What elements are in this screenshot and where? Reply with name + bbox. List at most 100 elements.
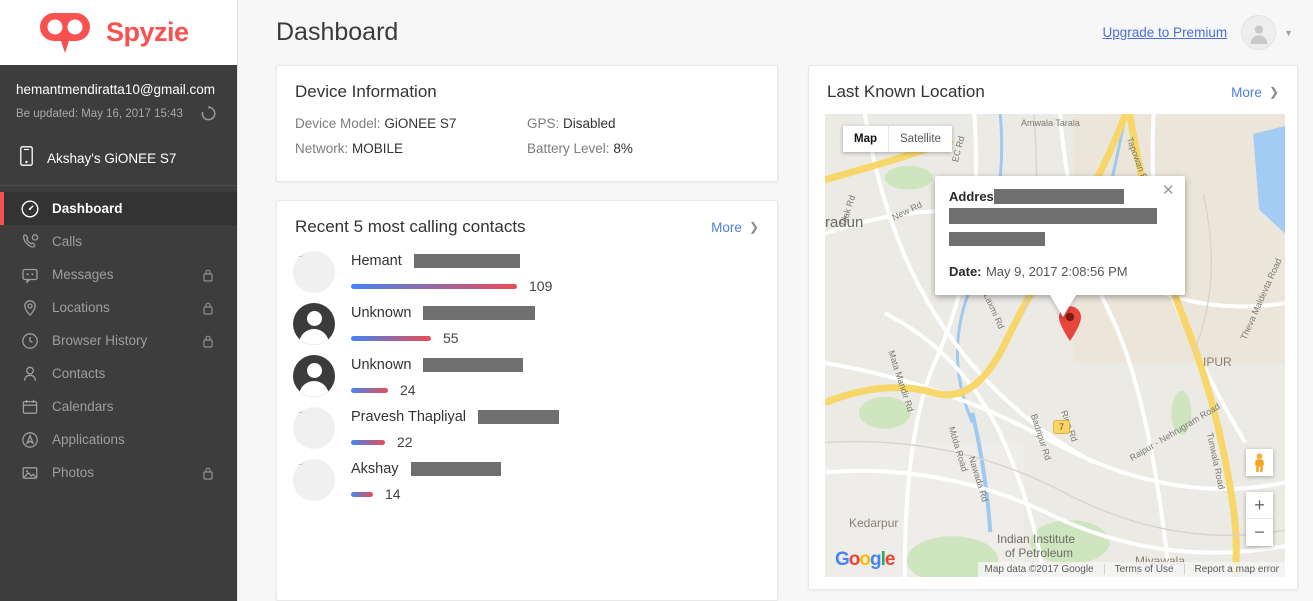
contact-row[interactable]: Hemant 109 [293, 251, 759, 303]
person-avatar-icon [293, 303, 335, 345]
main-area: Dashboard Upgrade to Premium ▼ Device In… [238, 0, 1313, 601]
info-window-tail [1050, 295, 1076, 317]
map-zoom-control[interactable]: + − [1246, 492, 1273, 546]
contact-row[interactable]: Unknown 55 [293, 303, 759, 355]
map-type-satellite-button[interactable]: Satellite [888, 126, 952, 152]
contacts-more-label: More [711, 219, 742, 235]
contact-name: Hemant [351, 253, 402, 269]
street-view-pegman-icon[interactable] [1246, 449, 1273, 476]
phone-icon [20, 146, 33, 171]
contact-row[interactable]: Akshay 14 [293, 459, 759, 511]
sidebar-device-item[interactable]: Akshay's GiONEE S7 [0, 134, 237, 186]
sidebar-item-locations[interactable]: Locations [0, 291, 237, 324]
google-logo-letter: g [870, 549, 882, 570]
account-updated-row: Be updated: May 16, 2017 15:43 [16, 105, 221, 122]
device-information-title: Device Information [295, 82, 437, 101]
contact-name-row: Pravesh Thapliyal [351, 409, 559, 425]
zoom-out-button[interactable]: − [1246, 519, 1273, 546]
contact-call-bar [351, 491, 373, 497]
contact-name: Pravesh Thapliyal [351, 409, 466, 425]
top-bar: Dashboard Upgrade to Premium ▼ [238, 0, 1313, 65]
calendar-icon [20, 397, 39, 416]
contact-call-count: 109 [529, 278, 553, 294]
contact-count-row: 22 [351, 434, 559, 450]
sidebar-item-label: Locations [52, 300, 110, 315]
dashboard-content: Device Information Device Model: GiONEE … [238, 65, 1313, 601]
contact-name: Akshay [351, 461, 399, 477]
device-model-value: GiONEE S7 [384, 116, 457, 131]
map-type-map-button[interactable]: Map [843, 126, 888, 152]
chevron-right-icon: ❯ [1268, 85, 1279, 99]
spyzie-owl-logo-icon [36, 12, 94, 53]
empty-avatar-icon [293, 251, 335, 293]
right-column: Last Known Location More ❯ Amwala Tarala… [808, 65, 1298, 601]
account-email: hemantmendiratta10@gmail.com [16, 82, 216, 97]
contacts-list: Hemant 109 Unknown 55 Unknown 24 Pravesh Thapl… [277, 237, 777, 521]
phone-call-icon [20, 232, 39, 251]
clock-icon [20, 331, 39, 350]
network-value: MOBILE [352, 141, 404, 156]
zoom-in-button[interactable]: + [1246, 492, 1273, 519]
sidebar-item-label: Photos [52, 465, 95, 480]
brand-logo[interactable]: Spyzie [0, 0, 237, 65]
sidebar-item-applications[interactable]: Applications [0, 423, 237, 456]
recent-calling-contacts-card: Recent 5 most calling contacts More ❯ He… [276, 200, 778, 601]
close-icon[interactable]: ✕ [1162, 183, 1176, 198]
contact-info: Unknown 55 [351, 303, 536, 346]
google-logo-letter: G [835, 549, 850, 570]
device-info-col-left: Device Model: GiONEE S7 Network: MOBILE [295, 116, 527, 166]
contact-name: Unknown [351, 305, 412, 321]
terms-of-use-link[interactable]: Terms of Use [1103, 564, 1174, 575]
contact-call-count: 14 [385, 486, 401, 502]
location-more-label: More [1231, 84, 1262, 100]
google-logo-letter: e [884, 549, 896, 570]
network-label: Network: [295, 141, 349, 156]
sidebar: Spyzie hemantmendiratta10@gmail.com Be u… [0, 0, 238, 601]
highway-shield-icon: 7 [1053, 420, 1070, 434]
map-viewport[interactable]: Amwala Tarala EC Rd Tilak Rd New Rd radun Tap… [825, 114, 1285, 577]
sidebar-item-photos[interactable]: Photos [0, 456, 237, 489]
contact-call-count: 55 [443, 330, 459, 346]
empty-avatar-icon [293, 459, 335, 501]
contacts-more-link[interactable]: More ❯ [711, 220, 759, 235]
map-attribution: Map data ©2017 Google Terms of Use Repor… [978, 562, 1285, 577]
brand-name: Spyzie [106, 17, 189, 47]
contact-name: Unknown [351, 357, 412, 373]
sidebar-item-messages[interactable]: Messages [0, 258, 237, 291]
lock-icon [201, 268, 215, 282]
contact-call-bar [351, 283, 517, 289]
sidebar-item-label: Contacts [52, 366, 106, 381]
sidebar-item-label: Calendars [52, 399, 114, 414]
report-map-error-link[interactable]: Report a map error [1183, 564, 1279, 575]
network-row: Network: MOBILE [295, 141, 527, 156]
sidebar-item-contacts[interactable]: Contacts [0, 357, 237, 390]
contact-name-row: Unknown [351, 305, 536, 321]
lock-icon [201, 301, 215, 315]
contact-count-row: 55 [351, 330, 535, 346]
info-address-row: Address: [949, 188, 1171, 251]
contacts-card-title: Recent 5 most calling contacts [295, 217, 526, 236]
device-information-card: Device Information Device Model: GiONEE … [276, 65, 778, 182]
sidebar-item-calls[interactable]: Calls [0, 225, 237, 258]
account-block: hemantmendiratta10@gmail.com Be updated:… [0, 65, 237, 134]
contact-row[interactable]: Pravesh Thapliyal 22 [293, 407, 759, 459]
sidebar-item-calendars[interactable]: Calendars [0, 390, 237, 423]
lock-icon [201, 334, 215, 348]
info-date-label: Date: [949, 264, 982, 279]
battery-value: 8% [613, 141, 633, 156]
upgrade-to-premium-link[interactable]: Upgrade to Premium [1103, 25, 1228, 40]
chevron-down-icon[interactable]: ▼ [1284, 28, 1293, 38]
map-type-control[interactable]: Map Satellite [843, 126, 952, 152]
refresh-icon[interactable] [200, 105, 217, 122]
message-bubble-icon [20, 265, 39, 284]
contact-info: Hemant 109 [351, 251, 552, 294]
left-column: Device Information Device Model: GiONEE … [276, 65, 778, 601]
photo-icon [20, 463, 39, 482]
contact-row[interactable]: Unknown 24 [293, 355, 759, 407]
user-avatar-icon[interactable] [1241, 15, 1277, 50]
sidebar-item-dashboard[interactable]: Dashboard [0, 192, 237, 225]
sidebar-item-browser-history[interactable]: Browser History [0, 324, 237, 357]
sidebar-item-label: Calls [52, 234, 83, 249]
location-more-link[interactable]: More ❯ [1231, 85, 1279, 100]
empty-avatar-icon [293, 407, 335, 449]
